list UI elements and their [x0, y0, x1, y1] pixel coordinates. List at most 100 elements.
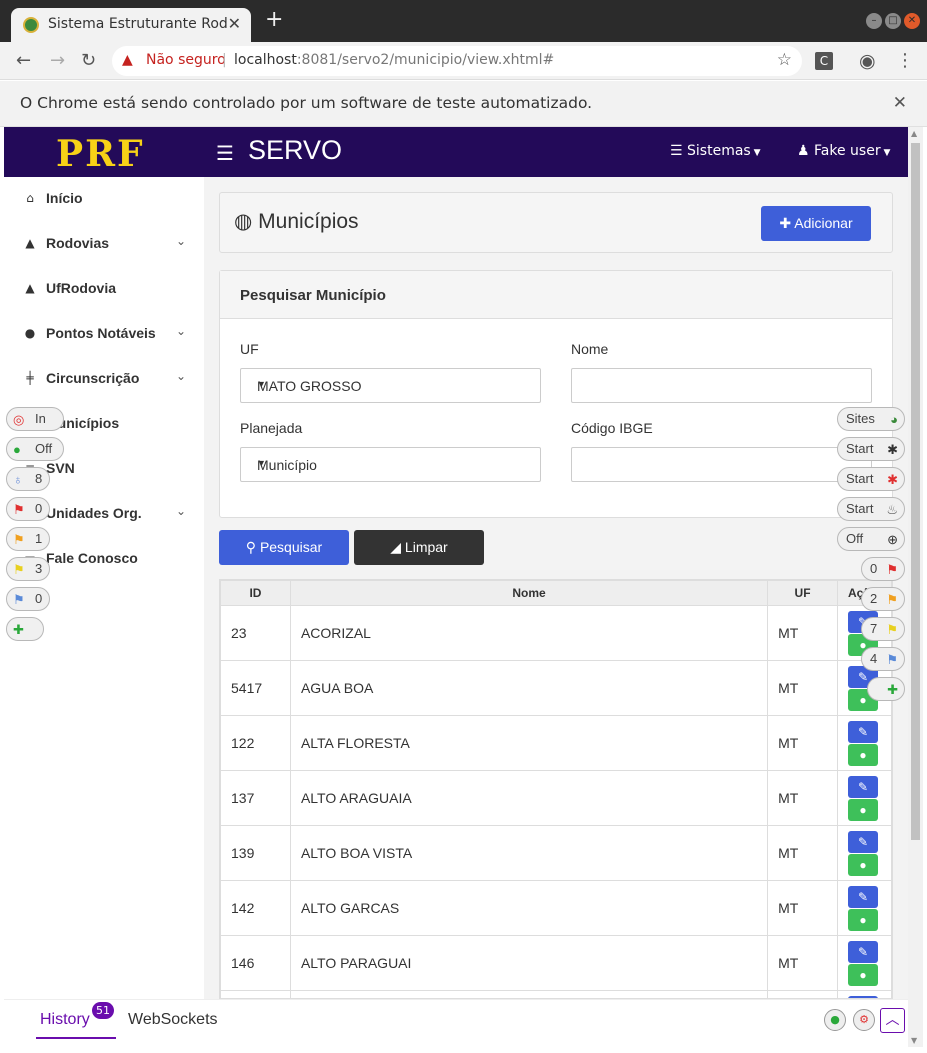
table-row[interactable]: 23ACORIZALMT✎●: [220, 605, 892, 661]
hamburger-menu-icon[interactable]: ☰: [216, 141, 234, 165]
close-window-icon[interactable]: ✕: [904, 13, 920, 29]
search-button[interactable]: ⚲ Pesquisar: [219, 530, 349, 565]
reload-icon[interactable]: ↻: [81, 50, 96, 71]
scroll-up-icon[interactable]: ▲: [911, 129, 917, 138]
history-count-badge: 51: [92, 1002, 114, 1019]
close-infobar-icon[interactable]: ✕: [893, 93, 907, 113]
flame-icon: ♨: [886, 502, 898, 517]
expand-up-button[interactable]: ︿: [880, 1008, 905, 1033]
edit-button[interactable]: ✎: [848, 940, 878, 963]
sistemas-menu[interactable]: ☰ Sistemas ▼: [670, 143, 761, 159]
floating-pill[interactable]: Start ✱: [837, 467, 905, 491]
chevron-down-icon: ⌄: [176, 504, 187, 518]
page-scrollbar[interactable]: ▲ ▼: [908, 127, 923, 1047]
back-icon[interactable]: ←: [16, 50, 31, 71]
forward-icon[interactable]: →: [50, 50, 65, 71]
main-content: ◍ Municípios ✚ Adicionar Pesquisar Munic…: [204, 177, 908, 999]
floating-pill[interactable]: 0 ⚑: [6, 587, 50, 611]
pill-label: Start: [846, 471, 874, 486]
table-row[interactable]: 139 ALTO BOA VISTA MT ✎ ●: [220, 825, 892, 881]
orange-flag-icon: ⚑: [886, 592, 898, 607]
bookmark-star-icon[interactable]: ☆: [777, 50, 792, 70]
prf-logo: PRF: [56, 133, 145, 175]
maximize-icon[interactable]: □: [885, 13, 901, 29]
edit-button[interactable]: ✎: [848, 830, 878, 853]
cell-actions: ✎●: [837, 990, 892, 998]
table-header-row: ID Nome UF Ações: [220, 580, 892, 606]
sidebar-item[interactable]: ▲ UfRodovia: [4, 267, 204, 311]
favicon-icon: [23, 17, 39, 33]
scrollbar-thumb[interactable]: [911, 143, 920, 840]
add-button[interactable]: ✚ Adicionar: [761, 206, 871, 241]
sidebar-item-label: UfRodovia: [46, 280, 116, 296]
status-green-icon[interactable]: ●: [824, 1009, 846, 1031]
floating-pill[interactable]: Off ●: [6, 437, 64, 461]
table-row[interactable]: ✎●: [220, 990, 892, 998]
url-path: :8081/servo2/municipio/view.xhtml#: [296, 52, 555, 68]
close-tab-icon[interactable]: ✕: [228, 14, 241, 33]
scroll-down-icon[interactable]: ▼: [911, 1036, 917, 1045]
floating-pill[interactable]: 3 ⚑: [6, 557, 50, 581]
planejada-select[interactable]: Município ▼: [240, 447, 541, 482]
map-marker-button[interactable]: ●: [848, 853, 878, 876]
sidebar-item[interactable]: ╪ Circunscrição ⌄: [4, 357, 204, 401]
minimize-icon[interactable]: –: [866, 13, 882, 29]
yellow-flag-icon: ⚑: [886, 622, 898, 637]
menu-kebab-icon[interactable]: ⋮: [896, 50, 914, 71]
profile-icon[interactable]: ◉: [859, 50, 876, 72]
floating-pill[interactable]: Start ✱: [837, 437, 905, 461]
map-marker-button[interactable]: ●: [848, 798, 878, 821]
floating-pill[interactable]: 2 ⚑: [861, 587, 905, 611]
table-row[interactable]: 137 ALTO ARAGUAIA MT ✎ ●: [220, 770, 892, 826]
floating-pill[interactable]: 7 ⚑: [861, 617, 905, 641]
floating-pill[interactable]: Off ⊕: [837, 527, 905, 551]
settings-alert-icon[interactable]: ⚙: [853, 1009, 875, 1031]
map-marker-button[interactable]: ●: [848, 908, 878, 931]
floating-pill[interactable]: 0 ⚑: [861, 557, 905, 581]
floating-pill[interactable]: 0 ⚑: [6, 497, 50, 521]
map-marker-icon: ●: [24, 326, 36, 340]
sidebar-item[interactable]: ● Pontos Notáveis ⌄: [4, 312, 204, 356]
floating-pill[interactable]: In ◎: [6, 407, 64, 431]
map-marker-button[interactable]: ●: [848, 963, 878, 986]
extension-icon[interactable]: C: [815, 52, 833, 70]
floating-pill[interactable]: Sites ◕: [837, 407, 905, 431]
clear-button[interactable]: ◢ Limpar: [354, 530, 484, 565]
url-host: localhost: [234, 52, 297, 68]
search-icon: ⚲: [245, 539, 260, 555]
sidebar-item[interactable]: ⌂ Início: [4, 177, 204, 221]
floating-pill[interactable]: Start ♨: [837, 497, 905, 521]
browser-tab-bar: Sistema Estruturante Rodoviário ✕ + – □ …: [0, 0, 927, 42]
col-header-id[interactable]: ID: [220, 580, 291, 606]
map-marker-button[interactable]: ●: [848, 743, 878, 766]
table-row[interactable]: 142 ALTO GARCAS MT ✎ ●: [220, 880, 892, 936]
user-menu[interactable]: ♟ Fake user ▼: [797, 143, 890, 159]
floating-pill[interactable]: 1 ⚑: [6, 527, 50, 551]
table-row[interactable]: 122 ALTA FLORESTA MT ✎ ●: [220, 715, 892, 771]
cell-id: 142: [220, 880, 291, 936]
ibge-input[interactable]: [571, 447, 872, 482]
table-row[interactable]: 5417 AGUA BOA MT ✎ ●: [220, 660, 892, 716]
new-tab-button[interactable]: +: [265, 9, 283, 31]
nome-input[interactable]: [571, 368, 872, 403]
col-header-nome[interactable]: Nome: [289, 580, 769, 606]
edit-button[interactable]: ✎: [848, 720, 878, 743]
uf-select[interactable]: MATO GROSSO ▼: [240, 368, 541, 403]
edit-button[interactable]: ✎: [848, 775, 878, 798]
sidebar-item-label: Circunscrição: [46, 370, 140, 386]
history-tab[interactable]: History: [40, 1011, 90, 1029]
sidebar-item[interactable]: ▲ Rodovias ⌄: [4, 222, 204, 266]
browser-tab[interactable]: Sistema Estruturante Rodoviário ✕: [11, 8, 251, 42]
floating-pill[interactable]: ✚: [867, 677, 905, 701]
websockets-tab[interactable]: WebSockets: [128, 1011, 218, 1029]
floating-pill[interactable]: 8 ♁: [6, 467, 50, 491]
floating-pill[interactable]: ✚: [6, 617, 44, 641]
col-header-uf[interactable]: UF: [767, 580, 838, 606]
results-table: ID Nome UF Ações 23ACORIZALMT✎●5417AGUA …: [220, 580, 892, 998]
app-title: SERVO: [248, 135, 343, 165]
omnibox[interactable]: ▲ Não seguro | localhost:8081/servo2/mun…: [112, 46, 802, 76]
edit-button[interactable]: ✎: [848, 885, 878, 908]
table-row[interactable]: 146 ALTO PARAGUAI MT ✎ ●: [220, 935, 892, 991]
floating-pill[interactable]: 4 ⚑: [861, 647, 905, 671]
cell-actions: ✎●: [837, 715, 892, 771]
